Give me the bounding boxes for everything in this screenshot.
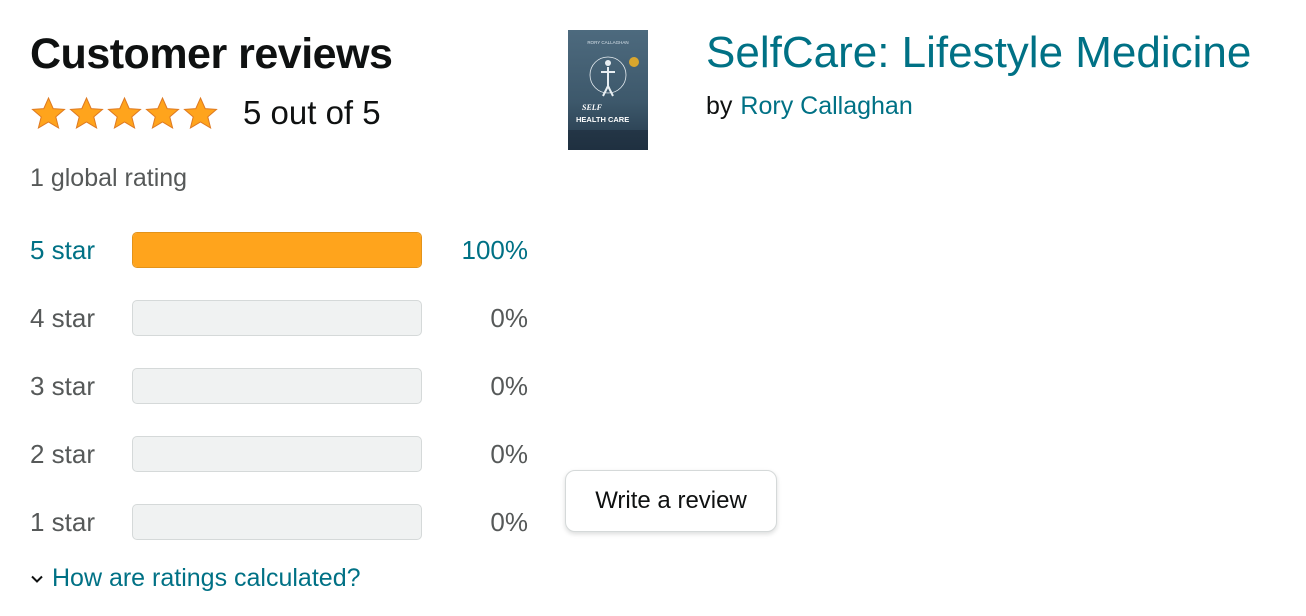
star-icon [69, 96, 104, 130]
cover-title-line2: HEALTH CARE [576, 115, 629, 124]
histogram-row-4: 4 star 0% [30, 298, 550, 338]
histogram-bar [132, 300, 422, 336]
how-ratings-calculated-link[interactable]: How are ratings calculated? [30, 564, 361, 593]
average-rating[interactable]: 5 out of 5 [30, 94, 381, 132]
average-rating-text: 5 out of 5 [243, 94, 381, 131]
write-review-button[interactable]: Write a review [565, 470, 777, 532]
histogram-fill [133, 233, 421, 267]
histogram-row-1: 1 star 0% [30, 502, 550, 542]
histogram-percent: 0% [490, 302, 528, 333]
histogram-bar [132, 368, 422, 404]
star-icon [183, 96, 218, 130]
by-label: by [706, 92, 733, 120]
histogram-label: 4 star [30, 302, 96, 333]
histogram-row-5[interactable]: 5 star 100% [30, 230, 550, 270]
star-icon [107, 96, 142, 130]
histogram-bar[interactable] [132, 232, 422, 268]
histogram-percent[interactable]: 100% [422, 235, 529, 266]
byline: by Rory Callaghan [706, 92, 913, 121]
histogram-label: 2 star [30, 438, 96, 469]
star-icon [145, 96, 180, 130]
cover-title-line1: SELF [582, 103, 603, 112]
chevron-down-icon [31, 575, 43, 583]
histogram-label[interactable]: 5 star [30, 235, 132, 266]
histogram-row-3: 3 star 0% [30, 366, 550, 406]
product-title-link[interactable]: SelfCare: Lifestyle Medicine [706, 28, 1251, 78]
histogram-bar [132, 504, 422, 540]
global-rating-count: 1 global rating [30, 164, 188, 192]
histogram-percent: 0% [490, 370, 528, 401]
rating-histogram: 5 star 100% 4 star 0% 3 star 0% 2 star 0… [30, 230, 550, 570]
histogram-percent: 0% [490, 438, 528, 469]
how-ratings-calculated-text[interactable]: How are ratings calculated? [52, 564, 361, 593]
star-icon [31, 96, 66, 130]
histogram-bar [132, 436, 422, 472]
star-rating [30, 95, 219, 131]
book-cover-image[interactable]: RORY CALLAGHAN SELF HEALTH CARE [568, 30, 648, 150]
section-title: Customer reviews [30, 30, 393, 78]
histogram-percent: 0% [490, 506, 528, 537]
histogram-label: 3 star [30, 370, 96, 401]
cover-author: RORY CALLAGHAN [587, 40, 628, 45]
histogram-row-2: 2 star 0% [30, 434, 550, 474]
author-link[interactable]: Rory Callaghan [740, 92, 912, 120]
histogram-label: 1 star [30, 506, 96, 537]
